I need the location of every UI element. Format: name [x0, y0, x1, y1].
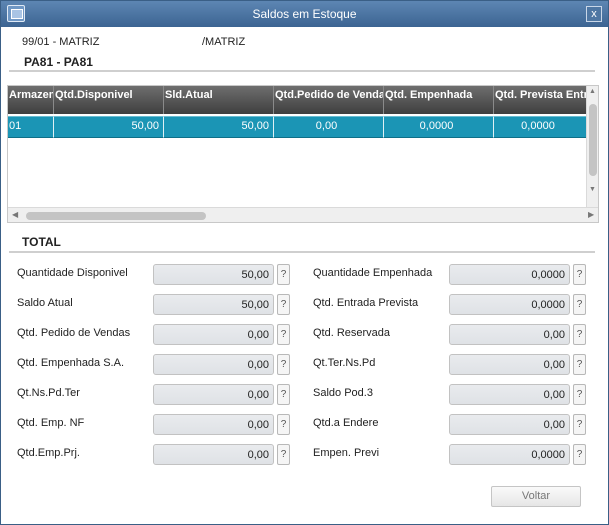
- field-label: Quantidade Disponivel: [17, 267, 128, 279]
- field-label: Qt.Ter.Ns.Pd: [313, 357, 376, 369]
- help-icon[interactable]: ?: [573, 294, 586, 315]
- field-label: Qtd. Entrada Prevista: [313, 297, 419, 309]
- voltar-button[interactable]: Voltar: [491, 486, 581, 507]
- column-header[interactable]: Sld.Atual: [164, 86, 274, 114]
- field-label: Saldo Atual: [17, 297, 73, 309]
- help-icon[interactable]: ?: [573, 444, 586, 465]
- column-header[interactable]: Qtd. Prevista Entrada: [494, 86, 586, 114]
- title-bar: Saldos em Estoque x: [1, 1, 608, 27]
- table-cell: 01: [8, 116, 54, 138]
- column-header[interactable]: Qtd. Empenhada: [384, 86, 494, 114]
- qtd-empenhada-sa-field: 0,00: [153, 354, 274, 375]
- field-label: Qtd. Empenhada S.A.: [17, 357, 125, 369]
- header-divider: [9, 70, 595, 72]
- help-icon[interactable]: ?: [573, 384, 586, 405]
- table-row[interactable]: 01 50,00 50,00 0,00 0,0000 0,0000: [8, 116, 586, 138]
- qtd-pedido-vendas-field: 0,00: [153, 324, 274, 345]
- help-icon[interactable]: ?: [277, 294, 290, 315]
- help-icon[interactable]: ?: [277, 324, 290, 345]
- field-label: Quantidade Empenhada: [313, 267, 433, 279]
- scroll-up-icon[interactable]: ▲: [589, 88, 596, 95]
- help-icon[interactable]: ?: [573, 354, 586, 375]
- column-header[interactable]: Qtd.Pedido de Vendas: [274, 86, 384, 114]
- quantidade-empenhada-field: 0,0000: [449, 264, 570, 285]
- scroll-right-icon[interactable]: ▶: [588, 210, 594, 219]
- column-header[interactable]: Armazem: [8, 86, 54, 114]
- empen-previ-field: 0,0000: [449, 444, 570, 465]
- horizontal-scrollbar[interactable]: ◀ ▶: [8, 207, 598, 222]
- field-label: Qt.Ns.Pd.Ter: [17, 387, 80, 399]
- qtd-entrada-prevista-field: 0,0000: [449, 294, 570, 315]
- quantidade-disponivel-field: 50,00: [153, 264, 274, 285]
- help-icon[interactable]: ?: [573, 324, 586, 345]
- vertical-scrollbar[interactable]: ▲ ▼: [586, 86, 598, 208]
- field-label: Qtd. Emp. NF: [17, 417, 85, 429]
- table-cell: 0,0000: [494, 116, 586, 138]
- qtd-emp-prj-field: 0,00: [153, 444, 274, 465]
- field-label: Qtd.Emp.Prj.: [17, 447, 80, 459]
- qtd-emp-nf-field: 0,00: [153, 414, 274, 435]
- field-label: Qtd. Pedido de Vendas: [17, 327, 131, 339]
- qt-ns-pd-ter-field: 0,00: [153, 384, 274, 405]
- grid-header: Armazem Qtd.Disponivel Sld.Atual Qtd.Ped…: [8, 86, 586, 114]
- field-label: Qtd. Reservada: [313, 327, 391, 339]
- help-icon[interactable]: ?: [573, 264, 586, 285]
- help-icon[interactable]: ?: [277, 264, 290, 285]
- stock-grid[interactable]: Armazem Qtd.Disponivel Sld.Atual Qtd.Ped…: [7, 85, 599, 223]
- saldo-atual-field: 50,00: [153, 294, 274, 315]
- column-header[interactable]: Qtd.Disponivel: [54, 86, 164, 114]
- window-title: Saldos em Estoque: [252, 7, 357, 21]
- total-divider: [9, 251, 595, 253]
- branch-code: 99/01 - MATRIZ: [22, 36, 100, 48]
- field-label: Saldo Pod.3: [313, 387, 373, 399]
- help-icon[interactable]: ?: [277, 414, 290, 435]
- help-icon[interactable]: ?: [277, 354, 290, 375]
- field-label: Empen. Previ: [313, 447, 380, 459]
- branch-name: /MATRIZ: [202, 36, 246, 48]
- saldos-dialog: Saldos em Estoque x 99/01 - MATRIZ /MATR…: [0, 0, 609, 525]
- vertical-scroll-thumb[interactable]: [589, 104, 597, 176]
- scroll-left-icon[interactable]: ◀: [12, 210, 18, 219]
- total-heading: TOTAL: [22, 235, 61, 249]
- qtd-a-endere-field: 0,00: [449, 414, 570, 435]
- table-cell: 0,0000: [384, 116, 494, 138]
- help-icon[interactable]: ?: [277, 384, 290, 405]
- saldo-pod3-field: 0,00: [449, 384, 570, 405]
- field-label: Qtd.a Endere: [313, 417, 379, 429]
- qtd-reservada-field: 0,00: [449, 324, 570, 345]
- table-cell: 50,00: [54, 116, 164, 138]
- table-cell: 0,00: [274, 116, 384, 138]
- help-icon[interactable]: ?: [573, 414, 586, 435]
- help-icon[interactable]: ?: [277, 444, 290, 465]
- table-cell: 50,00: [164, 116, 274, 138]
- qt-ter-ns-pd-field: 0,00: [449, 354, 570, 375]
- scroll-down-icon[interactable]: ▼: [589, 186, 596, 193]
- product-title: PA81 - PA81: [24, 55, 93, 69]
- close-icon[interactable]: x: [586, 6, 602, 22]
- horizontal-scroll-thumb[interactable]: [26, 212, 206, 220]
